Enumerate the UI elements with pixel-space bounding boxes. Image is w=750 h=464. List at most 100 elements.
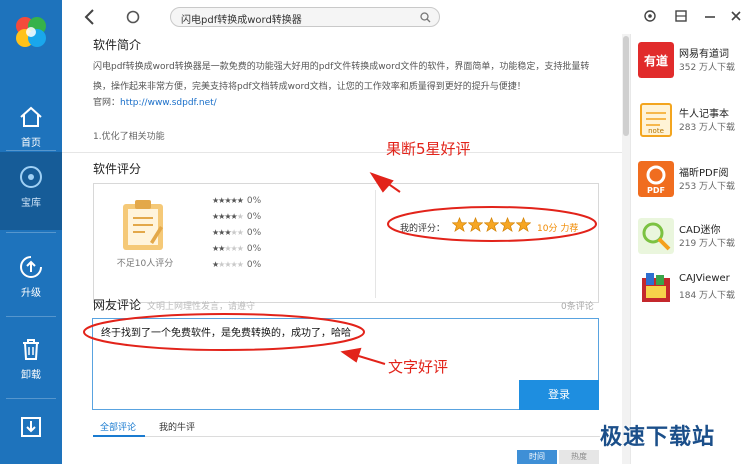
home-icon (20, 106, 42, 127)
dist-pct: 0% (246, 244, 262, 254)
rating-star-icon[interactable] (516, 217, 531, 232)
comments-hint: 文明上网理性发言，请遵守 (147, 302, 256, 312)
search-icon[interactable] (420, 12, 431, 23)
rating-dist-1: ★★★★★ 0% (212, 260, 261, 274)
app-item[interactable]: note 牛人记事本 283 万人下载 (631, 102, 750, 158)
rating-dist-5: ★★★★★ 0% (212, 196, 261, 210)
my-rating-stars[interactable] (452, 217, 532, 235)
app-name: CAD迷你 (679, 225, 721, 236)
homepage-label: 官网： (93, 98, 121, 108)
nav-item-download[interactable] (0, 404, 62, 454)
annotation-text-note: 文字好评 (388, 358, 449, 376)
rating-star-icon[interactable] (500, 217, 515, 232)
svg-text:PDF: PDF (647, 186, 665, 195)
youdao-icon: 有道 (638, 42, 674, 78)
scroll-thumb[interactable] (623, 36, 629, 136)
foxit-pdf-icon: PDF (638, 161, 674, 197)
sort-by-time-button[interactable]: 时间 (517, 450, 557, 464)
back-arrow-icon[interactable] (82, 8, 98, 26)
svg-text:有道: 有道 (644, 53, 668, 68)
nav-label-uninstall: 卸载 (21, 370, 41, 381)
cajviewer-icon (642, 273, 670, 302)
notebook-icon: note (640, 103, 672, 137)
address-bar[interactable]: 闪电pdf转换成word转换器 (170, 7, 440, 27)
app-name: 牛人记事本 (679, 109, 729, 120)
upgrade-icon (20, 256, 42, 278)
homepage-line: 官网：http://www.sdpdf.net/ (93, 95, 217, 108)
app-downloads: 283 万人下载 (679, 123, 736, 133)
dist-stars: ★★★★★ (212, 228, 244, 237)
app-item[interactable]: CAD迷你 219 万人下载 (631, 218, 750, 274)
rating-dist-4: ★★★★★ 0% (212, 212, 261, 226)
download-tray-icon (21, 417, 41, 437)
app-item[interactable]: CAJViewer 184 万人下载 (631, 270, 750, 326)
nav-item-uninstall[interactable]: 卸载 (0, 324, 62, 402)
rating-divider (375, 190, 376, 298)
app-name: 网易有道词 (679, 49, 729, 60)
minimize-icon[interactable] (703, 9, 717, 23)
annotation-stars-note: 果断5星好评 (386, 140, 471, 158)
library-disc-icon (20, 166, 42, 188)
nav-item-library[interactable]: 宝库 (0, 152, 62, 230)
homepage-link[interactable]: http://www.sdpdf.net/ (120, 98, 217, 108)
settings-icon[interactable] (643, 9, 657, 23)
rating-insufficient-text: 不足10人评分 (116, 259, 174, 269)
app-logo-icon (16, 17, 46, 47)
skin-icon[interactable] (674, 9, 688, 23)
rating-box: 不足10人评分 ★★★★★ 0% ★★★★★ 0% ★★★★★ 0% ★★★★★ 0% … (93, 183, 599, 303)
comments-title-text: 网友评论 (93, 298, 142, 312)
cad-icon (638, 218, 674, 254)
app-downloads: 184 万人下载 (679, 291, 736, 301)
comment-count: 0条评论 (561, 302, 594, 312)
section-divider (62, 152, 622, 153)
dist-stars: ★★★★★ (212, 244, 244, 253)
intro-text: 闪电pdf转换成word转换器是一款免费的功能强大好用的pdf文件转换成word… (93, 62, 590, 92)
dist-stars: ★★★★★ (212, 212, 244, 221)
nav-divider (6, 316, 56, 317)
refresh-icon[interactable] (125, 9, 141, 25)
rating-title: 软件评分 (93, 162, 142, 176)
left-nav: 首页 宝库 升级 卸载 (0, 0, 62, 464)
login-button[interactable]: 登录 (519, 380, 599, 410)
top-bar: 闪电pdf转换成word转换器 (62, 0, 750, 34)
app-name: CAJViewer (679, 273, 730, 284)
dist-pct: 0% (246, 260, 262, 270)
nav-divider (6, 232, 56, 233)
sort-by-hot-button[interactable]: 热度 (559, 450, 599, 464)
nav-divider (6, 150, 56, 151)
rating-star-icon[interactable] (484, 217, 499, 232)
rating-star-icon[interactable] (452, 217, 467, 232)
app-downloads: 219 万人下载 (679, 239, 736, 249)
close-icon[interactable] (729, 9, 743, 23)
rating-star-icon[interactable] (468, 217, 483, 232)
comment-input-text: 终于找到了一个免费软件，是免费转换的，成功了，哈哈 (101, 328, 351, 339)
rating-dist-2: ★★★★★ 0% (212, 244, 261, 258)
tab-all-comments[interactable]: 全部评论 (100, 420, 136, 433)
tab-active-indicator (93, 435, 145, 437)
site-watermark: 极速下载站 (600, 425, 716, 450)
dist-stars: ★★★★★ (212, 196, 244, 205)
tab-underline (93, 436, 600, 437)
recommended-apps-panel: 有道 网易有道词 352 万人下载 note 牛人记事本 283 万人下载 PD… (630, 34, 750, 464)
my-rating-label: 我的评分： (400, 224, 446, 234)
intro-title: 软件简介 (93, 38, 142, 52)
app-downloads: 352 万人下载 (679, 63, 736, 73)
trash-icon (23, 339, 39, 360)
rating-dist-3: ★★★★★ 0% (212, 228, 261, 242)
app-item[interactable]: PDF 福昕PDF阅 253 万人下载 (631, 161, 750, 217)
nav-label-home: 首页 (21, 138, 41, 149)
nav-label-upgrade: 升级 (21, 288, 41, 299)
dist-pct: 0% (246, 212, 262, 222)
clipboard-icon (123, 200, 163, 250)
app-item[interactable]: 有道 网易有道词 352 万人下载 (631, 42, 750, 98)
address-text: 闪电pdf转换成word转换器 (181, 15, 302, 26)
nav-label-library: 宝库 (21, 198, 41, 209)
tab-my-comments[interactable]: 我的牛评 (159, 420, 195, 433)
dist-pct: 0% (246, 196, 262, 206)
nav-item-upgrade[interactable]: 升级 (0, 242, 62, 320)
content-scrollbar[interactable] (622, 34, 630, 464)
app-downloads: 253 万人下载 (679, 182, 736, 192)
main-content: 软件简介 闪电pdf转换成word转换器是一款免费的功能强大好用的pdf文件转换… (62, 34, 622, 464)
dist-pct: 0% (246, 228, 262, 238)
update-note: 1.优化了相关功能 (93, 132, 165, 142)
